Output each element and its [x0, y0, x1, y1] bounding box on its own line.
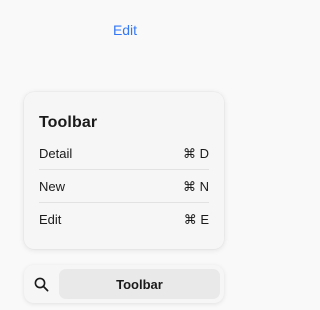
page: Edit Toolbar Detail ⌘ D New ⌘ N Edit ⌘ E…: [0, 0, 250, 310]
toolbar-menu: Toolbar Detail ⌘ D New ⌘ N Edit ⌘ E: [24, 92, 224, 249]
tab-toolbar[interactable]: Toolbar: [59, 269, 220, 299]
menu-title: Toolbar: [39, 114, 98, 131]
menu-item-new[interactable]: New ⌘ N: [39, 170, 209, 203]
search-icon[interactable]: [34, 277, 49, 292]
menu-item-label: Detail: [39, 146, 73, 161]
menu-item-edit[interactable]: Edit ⌘ E: [39, 203, 209, 236]
menu-item-shortcut: ⌘ N: [183, 178, 209, 194]
edit-button[interactable]: Edit: [0, 22, 250, 38]
bottom-tab-bar: Toolbar: [24, 265, 224, 303]
menu-item-label: Edit: [39, 212, 62, 227]
menu-item-label: New: [39, 179, 66, 194]
menu-item-shortcut: ⌘ D: [183, 145, 209, 161]
menu-item-shortcut: ⌘ E: [183, 211, 209, 227]
menu-item-detail[interactable]: Detail ⌘ D: [39, 137, 209, 170]
